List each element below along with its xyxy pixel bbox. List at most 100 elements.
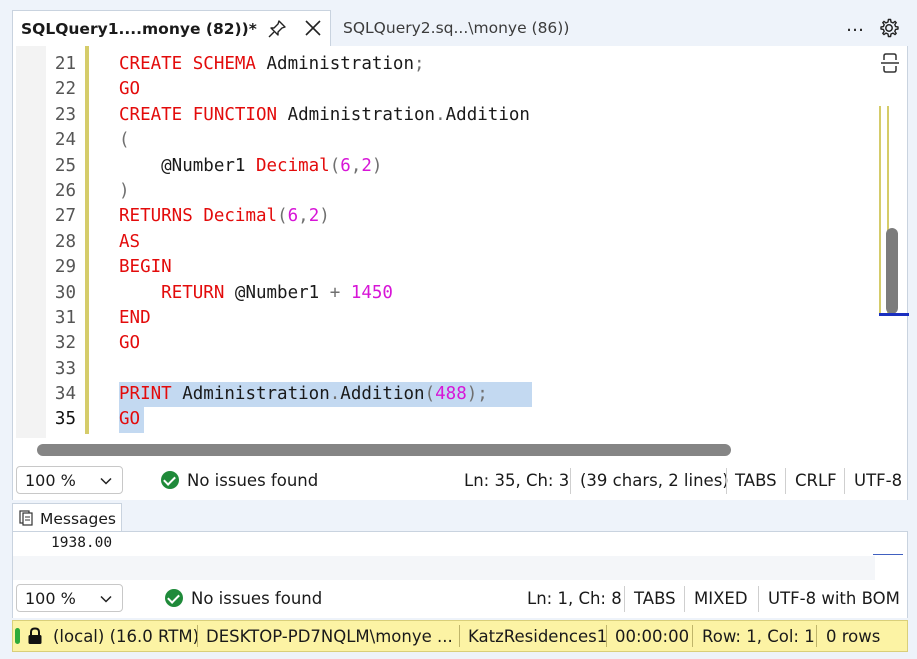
elapsed-time: 00:00:00 — [615, 627, 690, 646]
code-line[interactable]: @Number1 Decimal(6,2) — [119, 154, 879, 179]
divider — [692, 625, 693, 647]
code-line[interactable]: RETURN @Number1 + 1450 — [119, 281, 879, 306]
sql-identifier: Addition — [340, 384, 425, 405]
messages-pane[interactable]: 1938.00 — [12, 531, 908, 580]
sql-operator: ) — [466, 384, 478, 405]
code-line[interactable] — [119, 357, 879, 382]
sql-keyword: PRINT — [119, 384, 172, 405]
split-editor-icon[interactable] — [879, 51, 901, 75]
line-number: 32 — [54, 333, 76, 354]
ssms-window: SQLQuery1....monye (82))* SQLQuery2.sq..… — [0, 0, 917, 659]
code-line[interactable]: AS — [119, 230, 879, 255]
sql-operator: , — [298, 206, 309, 227]
line-number: 21 — [54, 54, 76, 74]
sql-identifier — [193, 206, 204, 226]
issues-indicator[interactable]: No issues found — [165, 589, 322, 608]
code-line[interactable]: GO — [119, 407, 879, 433]
scroll-marker — [873, 554, 903, 555]
divider — [624, 586, 625, 612]
connection-indicator — [15, 628, 20, 644]
code-line[interactable]: ( — [119, 128, 879, 153]
line-number: 24 — [54, 130, 76, 151]
caret-position-marker — [879, 313, 909, 316]
code-line[interactable]: ) — [119, 179, 879, 204]
cursor-position[interactable]: Ln: 35, Ch: 3 — [464, 471, 569, 490]
sql-keyword: GO — [119, 409, 141, 430]
code-line[interactable]: PRINT Administration.Addition(488); — [119, 382, 879, 408]
indentation-mode[interactable]: TABS — [634, 589, 676, 608]
code-line[interactable]: GO — [119, 77, 879, 102]
sql-identifier: @Number1 — [119, 155, 256, 176]
chevron-down-icon — [100, 595, 112, 603]
encoding[interactable]: UTF-8 with BOM — [768, 589, 900, 608]
sql-number: 6 — [287, 206, 299, 227]
divider — [844, 468, 845, 494]
cursor-position[interactable]: Ln: 1, Ch: 8 — [527, 589, 622, 608]
encoding[interactable]: UTF-8 — [854, 471, 902, 490]
line-number: 31 — [54, 307, 76, 328]
sql-keyword: CREATE FUNCTION — [119, 104, 278, 125]
code-line[interactable]: CREATE FUNCTION Administration.Addition — [119, 103, 879, 128]
code-line[interactable]: GO — [119, 331, 879, 356]
gear-icon[interactable] — [878, 17, 900, 39]
line-ending[interactable]: MIXED — [694, 589, 748, 608]
document-tabbar: SQLQuery1....monye (82))* SQLQuery2.sq..… — [12, 10, 912, 47]
tab-label: SQLQuery2.sq...\monye (86)) — [343, 19, 570, 37]
divider — [816, 625, 817, 647]
sql-number: 2 — [361, 155, 372, 176]
divider — [570, 468, 571, 494]
sql-identifier — [119, 283, 161, 303]
divider — [459, 625, 460, 647]
sql-number: 1450 — [350, 282, 393, 303]
close-icon[interactable] — [303, 18, 323, 38]
messages-icon — [19, 510, 33, 526]
issues-indicator[interactable]: No issues found — [161, 471, 318, 490]
row-count: 0 rows — [826, 627, 881, 646]
vertical-scrollbar-thumb[interactable] — [886, 228, 898, 314]
check-circle-icon — [165, 589, 183, 607]
sql-identifier: Administration — [255, 54, 415, 74]
tab-label: SQLQuery1....monye (82))* — [21, 20, 257, 38]
lock-icon — [28, 627, 42, 644]
line-number: 27 — [54, 206, 76, 227]
code-line[interactable]: RETURNS Decimal(6,2) — [119, 204, 879, 229]
tab-sqlquery1[interactable]: SQLQuery1....monye (82))* — [12, 10, 331, 47]
sql-number: 2 — [308, 206, 320, 227]
line-number: 28 — [54, 231, 76, 252]
sql-keyword: CREATE SCHEMA — [119, 54, 256, 74]
zoom-value: 100 % — [25, 471, 76, 490]
line-number: 35 — [54, 409, 76, 430]
more-options-icon[interactable]: … — [844, 17, 866, 39]
sql-operator: ; — [414, 54, 425, 74]
zoom-dropdown[interactable]: 100 % — [16, 584, 123, 612]
sql-keyword: BEGIN — [119, 257, 172, 278]
zoom-dropdown[interactable]: 100 % — [16, 466, 123, 494]
sql-operator: ( — [424, 384, 436, 405]
divider — [785, 468, 786, 494]
divider — [606, 625, 607, 647]
sql-identifier: Administration — [171, 384, 330, 405]
code-line[interactable]: END — [119, 306, 879, 331]
sql-keyword: END — [119, 307, 151, 328]
query-editor[interactable]: 21 22 23 24 25 26 27 28 29 30 31 32 33 34 35 CREATE SC… — [12, 46, 909, 462]
code-line[interactable]: CREATE SCHEMA Administration; — [119, 52, 879, 77]
tab-messages[interactable]: Messages — [12, 503, 122, 533]
tab-sqlquery2[interactable]: SQLQuery2.sq...\monye (86)) — [332, 10, 592, 46]
row-col-info: Row: 1, Col: 1 — [702, 627, 815, 646]
sql-identifier: Addition — [445, 104, 530, 125]
issues-text: No issues found — [187, 471, 319, 490]
divider — [197, 625, 198, 647]
line-ending[interactable]: CRLF — [795, 471, 837, 490]
pin-icon[interactable] — [267, 19, 287, 39]
chevron-down-icon — [100, 477, 112, 485]
horizontal-scrollbar-thumb[interactable] — [37, 444, 731, 456]
code-area[interactable]: CREATE SCHEMA Administration; GO CREATE FU… — [119, 52, 879, 433]
indentation-mode[interactable]: TABS — [735, 471, 777, 490]
sql-keyword: RETURNS — [119, 206, 193, 227]
code-line[interactable]: BEGIN — [119, 255, 879, 280]
editor-status-bar: 100 % No issues found Ln: 35, Ch: 3 (39 … — [12, 462, 908, 500]
sql-operator: ; — [477, 384, 488, 405]
server-info: (local) (16.0 RTM) — [53, 627, 200, 646]
selection-info: (39 chars, 2 lines) — [580, 471, 729, 490]
line-number: 29 — [54, 257, 76, 278]
